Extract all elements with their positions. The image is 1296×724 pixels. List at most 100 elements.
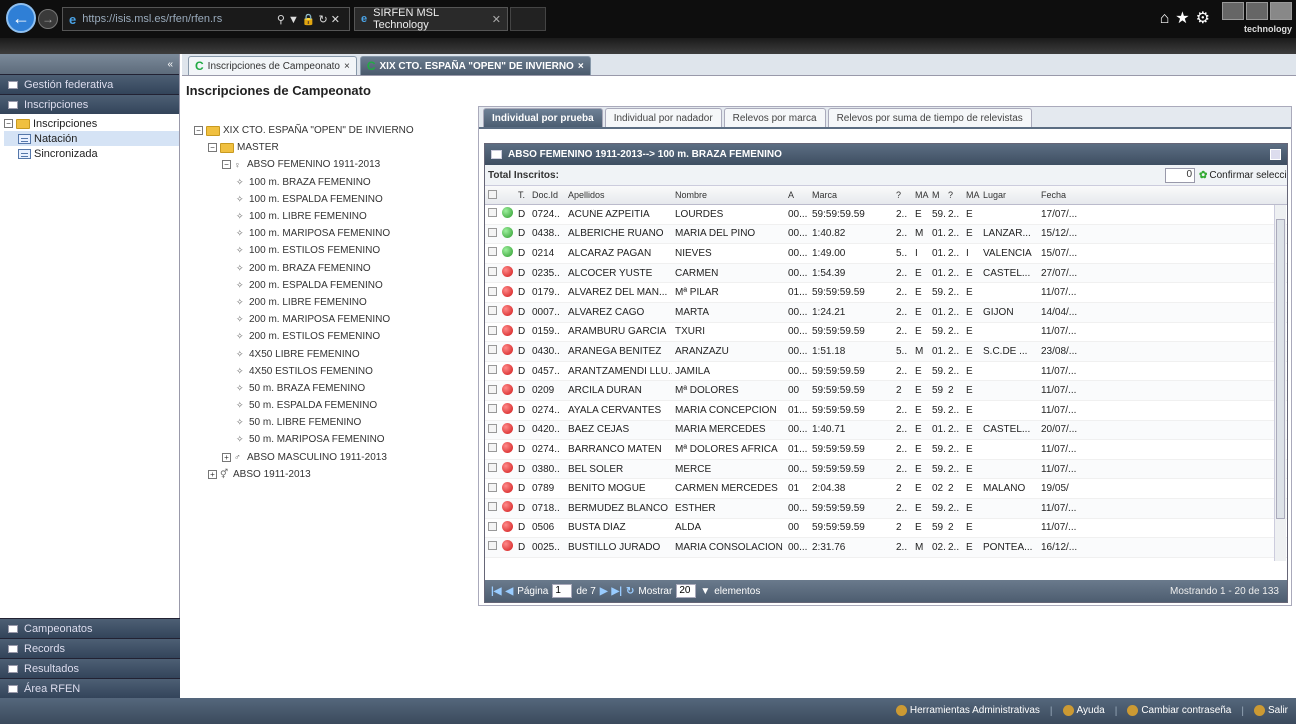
expand-icon[interactable]: +	[222, 452, 231, 462]
row-checkbox[interactable]	[488, 423, 497, 433]
event-tree-item[interactable]: ✧ 100 m. ESTILOS FEMENINO	[194, 242, 474, 259]
sidebar-section-a-rea-rfen[interactable]: Área RFEN	[0, 678, 180, 698]
next-page-icon[interactable]: ▶	[600, 586, 608, 597]
prev-page-icon[interactable]: ◀	[506, 586, 514, 597]
row-checkbox-cell[interactable]	[485, 384, 499, 397]
row-checkbox-cell[interactable]	[485, 365, 499, 377]
event-tree-item[interactable]: ✧ 200 m. MARIPOSA FEMENINO	[194, 311, 474, 328]
table-row[interactable]: D 0718.. BERMUDEZ BLANCO ESTHER 00... 59:59:5…	[485, 498, 1287, 519]
row-checkbox[interactable]	[488, 325, 497, 335]
address-controls-icon[interactable]: ⚲▼🔒↻✕	[277, 13, 343, 26]
row-checkbox-cell[interactable]	[485, 227, 499, 240]
table-row[interactable]: D 0438.. ALBERICHE RUANO MARIA DEL PINO 00..…	[485, 224, 1287, 245]
row-checkbox-cell[interactable]	[485, 443, 499, 455]
row-checkbox-cell[interactable]	[485, 306, 499, 318]
row-checkbox[interactable]	[488, 502, 497, 512]
sidebar-section-resultados[interactable]: Resultados	[0, 658, 180, 678]
status-link-herramientas-administrativas[interactable]: Herramientas Administrativas	[895, 705, 1040, 717]
column-header[interactable]: Lugar	[980, 190, 1038, 200]
status-link-salir[interactable]: Salir	[1253, 705, 1288, 717]
sidebar-tree-item-sincronizada[interactable]: Sincronizada	[4, 146, 179, 161]
close-tab-icon[interactable]: ✕	[492, 13, 501, 26]
sidebar-tree-item-natacio-n[interactable]: Natación	[4, 131, 179, 146]
sidebar-tree-item-inscripciones[interactable]: − Inscripciones	[4, 116, 179, 131]
row-checkbox-cell[interactable]	[485, 541, 499, 553]
event-tree-item[interactable]: ✧ 4X50 ESTILOS FEMENINO	[194, 363, 474, 380]
sidebar-section-inscripciones[interactable]: Inscripciones	[0, 94, 179, 114]
collapse-icon[interactable]: −	[222, 160, 231, 170]
column-header[interactable]	[485, 189, 499, 201]
collapse-icon[interactable]: −	[194, 126, 203, 136]
table-row[interactable]: D 0274.. AYALA CERVANTES MARIA CONCEPCION 01…	[485, 401, 1287, 421]
event-tree-item[interactable]: ✧ 50 m. MARIPOSA FEMENINO	[194, 431, 474, 448]
table-row[interactable]: D 0724.. ACUÑE AZPEITIA LOURDES 00... 59:59:5…	[485, 205, 1287, 225]
row-checkbox[interactable]	[488, 463, 497, 473]
event-tree-item[interactable]: ✧ 200 m. BRAZA FEMENINO	[194, 260, 474, 277]
row-checkbox-cell[interactable]	[485, 521, 499, 534]
page-input[interactable]: 1	[552, 584, 573, 598]
scrollbar-thumb[interactable]	[1276, 219, 1285, 519]
table-row[interactable]: D 0209 ARCILA DURAN Mª DOLORES 00 59:59:59.59…	[485, 381, 1287, 401]
table-row[interactable]: D 0007.. ALVAREZ CAGO MARTA 00... 1:24.21 2.. E…	[485, 302, 1287, 323]
column-header[interactable]: A	[785, 190, 809, 200]
column-header[interactable]: MA	[963, 190, 980, 200]
event-tree-item[interactable]: − ♀ ABSO FEMENINO 1911-2013	[194, 156, 474, 173]
table-row[interactable]: D 0380.. BEL SOLER MERCE 00... 59:59:59.59 2..…	[485, 459, 1287, 480]
row-checkbox-cell[interactable]	[485, 423, 499, 436]
row-checkbox[interactable]	[488, 306, 497, 316]
row-checkbox-cell[interactable]	[485, 286, 499, 299]
confirm-selection-button[interactable]: ✿Confirmar selección	[1195, 170, 1287, 181]
table-row[interactable]: D 0159.. ARAMBURU GARCIA TXURI 00... 59:59:59…	[485, 323, 1287, 343]
row-checkbox-cell[interactable]	[485, 463, 499, 475]
event-tree-item[interactable]: ✧ 100 m. MARIPOSA FEMENINO	[194, 225, 474, 242]
table-row[interactable]: D 0214 ALCARAZ PAGAN NIEVES 00... 1:49.00 5.. I…	[485, 244, 1287, 264]
minimize-button[interactable]	[1222, 2, 1244, 20]
tab-individual-por-nadador[interactable]: Individual por nadador	[604, 108, 722, 127]
first-page-icon[interactable]: |◀	[491, 586, 502, 597]
back-button[interactable]: ←	[6, 3, 36, 33]
expand-icon[interactable]: +	[208, 469, 217, 479]
tab-relevos-por-suma-de-tiempo-de-relevistas[interactable]: Relevos por suma de tiempo de relevistas	[827, 108, 1032, 127]
table-row[interactable]: D 0420.. BAEZ CEJAS MARIA MERCEDES 00... 1:40…	[485, 420, 1287, 441]
row-checkbox[interactable]	[488, 286, 497, 296]
status-link-ayuda[interactable]: Ayuda	[1062, 705, 1105, 717]
event-tree-item[interactable]: ✧ 50 m. BRAZA FEMENINO	[194, 380, 474, 397]
selected-count-field[interactable]: 0	[1165, 167, 1195, 183]
table-row[interactable]: D 0430.. ARANEGA BENITEZ ARANZAZU 00... 1:51.…	[485, 342, 1287, 362]
row-checkbox-cell[interactable]	[485, 345, 499, 357]
event-tree-item[interactable]: ✧ 200 m. LIBRE FEMENINO	[194, 294, 474, 311]
event-tree-item[interactable]: ✧ 4X50 LIBRE FEMENINO	[194, 345, 474, 362]
table-row[interactable]: D 0789 BENITO MOGUE CARMEN MERCEDES 01 2:04.3…	[485, 479, 1287, 499]
table-row[interactable]: D 0025.. BUSTILLO JURADO MARIA CONSOLACION 0…	[485, 538, 1287, 558]
maximize-grid-icon[interactable]	[1270, 149, 1281, 160]
event-tree-item[interactable]: ✧ 100 m. BRAZA FEMENINO	[194, 174, 474, 191]
browser-icons[interactable]: ⌂★⚙	[1160, 8, 1216, 28]
main-tab-inscripciones-de-campeonato[interactable]: C Inscripciones de Campeonato ×	[188, 56, 357, 75]
tab-relevos-por-marca[interactable]: Relevos por marca	[723, 108, 826, 127]
column-header[interactable]: Fecha	[1038, 190, 1080, 200]
tab-individual-por-prueba[interactable]: Individual por prueba	[483, 108, 603, 127]
sidebar-section-gestio-n-federativa[interactable]: Gestión federativa	[0, 74, 179, 94]
address-bar[interactable]: e https://isis.msl.es/rfen/rfen.rs ⚲▼🔒↻✕	[62, 7, 350, 31]
column-header[interactable]: T.	[515, 190, 529, 200]
collapse-icon[interactable]: −	[4, 119, 13, 128]
event-tree-item[interactable]: ✧ 50 m. ESPALDA FEMENINO	[194, 397, 474, 414]
new-tab-button[interactable]	[510, 7, 546, 31]
event-tree-item[interactable]: − MASTER	[194, 139, 474, 156]
row-checkbox[interactable]	[488, 521, 497, 531]
row-checkbox[interactable]	[488, 247, 497, 257]
chevron-down-icon[interactable]: ▼	[700, 586, 710, 597]
column-header[interactable]: M	[929, 190, 945, 200]
column-header[interactable]: MA	[912, 190, 929, 200]
sidebar-section-records[interactable]: Records	[0, 638, 180, 658]
table-row[interactable]: D 0457.. ARANTZAMENDI LLU... JAMILA 00... 59:…	[485, 362, 1287, 382]
row-checkbox[interactable]	[488, 227, 497, 237]
table-row[interactable]: D 0235.. ALCOCER YUSTE CARMEN 00... 1:54.39 2.…	[485, 263, 1287, 284]
event-tree-item[interactable]: ✧ 50 m. LIBRE FEMENINO	[194, 414, 474, 431]
event-tree-item[interactable]: + ♂ ABSO MASCULINO 1911-2013	[194, 449, 474, 466]
column-header[interactable]: ?	[893, 190, 912, 200]
column-header[interactable]: ?	[945, 190, 963, 200]
row-checkbox-cell[interactable]	[485, 208, 499, 220]
table-row[interactable]: D 0274.. BARRANCO MATEN Mª DOLORES AFRICA 01…	[485, 440, 1287, 460]
status-link-cambiar-contrasen-a[interactable]: Cambiar contraseña	[1127, 705, 1231, 717]
